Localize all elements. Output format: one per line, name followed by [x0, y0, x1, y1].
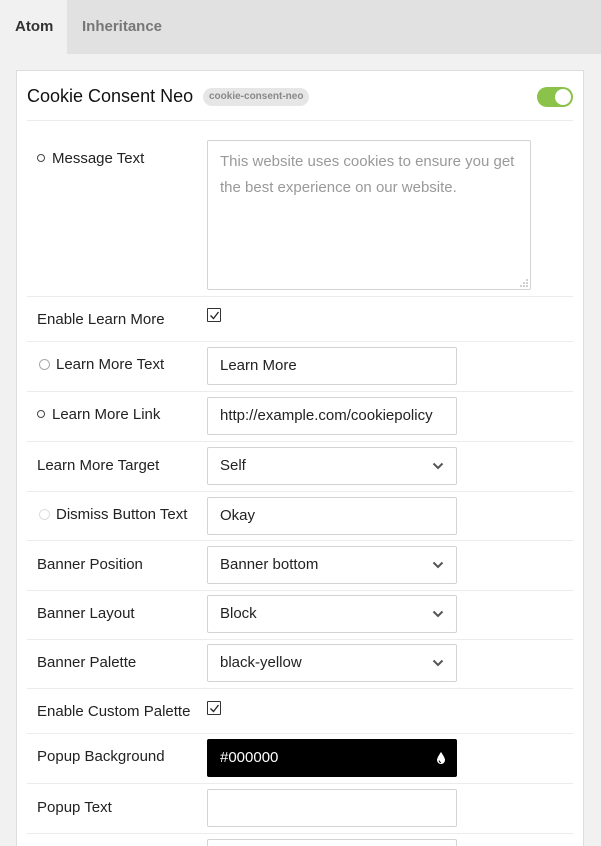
popup-background-value: #000000 [220, 749, 279, 766]
learn-more-target-select[interactable]: Self [207, 447, 457, 485]
enable-learn-more-checkbox[interactable] [207, 308, 221, 322]
message-text-textarea[interactable]: This website uses cookies to ensure you … [207, 140, 531, 290]
divider [27, 540, 573, 541]
checkmark-icon [210, 704, 220, 713]
panel-title: Cookie Consent Neo [27, 86, 194, 106]
learn-more-text-label: Learn More Text [37, 356, 164, 373]
circle-icon [39, 509, 50, 520]
tab-atom[interactable]: Atom [0, 0, 67, 54]
divider [27, 391, 573, 392]
circle-icon [37, 410, 45, 418]
banner-position-select[interactable]: Banner bottom [207, 546, 457, 584]
enable-custom-palette-checkbox[interactable] [207, 701, 221, 715]
divider [27, 733, 573, 734]
banner-palette-select[interactable]: black-yellow [207, 644, 457, 682]
chevron-down-icon [432, 659, 444, 667]
divider [27, 833, 573, 834]
enable-learn-more-label: Enable Learn More [37, 311, 165, 328]
banner-palette-label: Banner Palette [37, 654, 137, 671]
enable-toggle[interactable] [537, 87, 573, 107]
divider [27, 688, 573, 689]
settings-panel: Cookie Consent Neo cookie-consent-neo Me… [16, 70, 584, 846]
banner-position-label: Banner Position [37, 556, 143, 573]
learn-more-link-input[interactable]: http://example.com/cookiepolicy [207, 397, 457, 435]
banner-position-value: Banner bottom [220, 556, 319, 573]
chevron-down-icon [432, 462, 444, 470]
divider [27, 639, 573, 640]
circle-icon [39, 359, 50, 370]
next-field-input[interactable] [207, 839, 457, 846]
divider [27, 590, 573, 591]
droplet-icon[interactable] [436, 751, 446, 765]
panel-header: Cookie Consent Neo cookie-consent-neo [17, 71, 583, 121]
divider [27, 341, 573, 342]
dismiss-button-text-input[interactable]: Okay [207, 497, 457, 535]
tab-inheritance[interactable]: Inheritance [67, 0, 177, 54]
tab-bar: Atom Inheritance [0, 0, 601, 54]
popup-text-label: Popup Text [37, 799, 112, 816]
banner-layout-select[interactable]: Block [207, 595, 457, 633]
popup-background-color-input[interactable]: #000000 [207, 739, 457, 777]
chevron-down-icon [432, 561, 444, 569]
learn-more-target-value: Self [220, 457, 246, 474]
chevron-down-icon [432, 610, 444, 618]
banner-layout-label: Banner Layout [37, 605, 135, 622]
toggle-knob [555, 89, 571, 105]
dismiss-button-text-label: Dismiss Button Text [37, 506, 187, 523]
resize-grip-icon[interactable] [520, 279, 528, 287]
message-text-placeholder: This website uses cookies to ensure you … [220, 153, 515, 196]
learn-more-link-label: Learn More Link [37, 406, 160, 423]
divider [27, 491, 573, 492]
banner-layout-value: Block [220, 605, 257, 622]
divider [27, 783, 573, 784]
popup-background-label: Popup Background [37, 748, 165, 765]
checkmark-icon [210, 311, 220, 320]
divider [27, 441, 573, 442]
learn-more-link-value: http://example.com/cookiepolicy [220, 407, 433, 424]
banner-palette-value: black-yellow [220, 654, 302, 671]
divider [27, 120, 573, 121]
circle-icon [37, 154, 45, 162]
learn-more-target-label: Learn More Target [37, 457, 160, 474]
divider [27, 296, 573, 297]
learn-more-text-input[interactable]: Learn More [207, 347, 457, 385]
slug-badge: cookie-consent-neo [203, 88, 310, 106]
enable-custom-palette-label: Enable Custom Palette [37, 703, 191, 720]
popup-text-color-input[interactable] [207, 789, 457, 827]
message-text-label: Message Text [37, 150, 144, 167]
